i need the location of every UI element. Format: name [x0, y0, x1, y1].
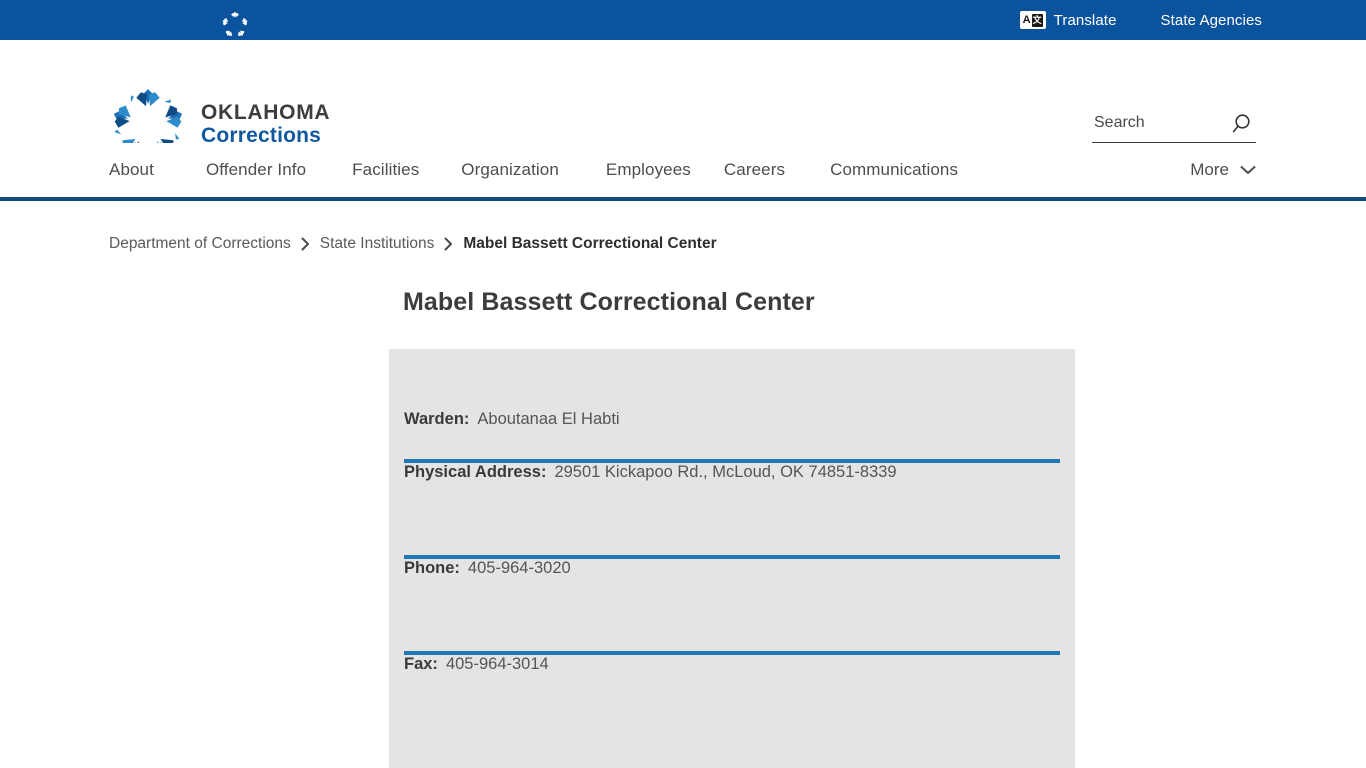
state-agencies-link[interactable]: State Agencies: [1161, 12, 1262, 29]
chevron-down-icon: [1240, 166, 1256, 174]
facility-info-rows-2: Physical Address: 29501 Kickapoo Rd., Mc…: [389, 463, 1075, 555]
chevron-right-icon: [434, 237, 463, 251]
nav-item-about[interactable]: About: [109, 160, 206, 180]
info-row-phone: Phone: 405-964-3020: [404, 559, 1060, 651]
search-submit-button[interactable]: [1232, 112, 1256, 136]
info-label-physical-address: Physical Address:: [404, 463, 547, 481]
info-label-fax: Fax:: [404, 655, 438, 673]
info-row-physical-address: Physical Address: 29501 Kickapoo Rd., Mc…: [404, 463, 1060, 555]
nav-item-communications[interactable]: Communications: [830, 160, 986, 180]
breadcrumb-item-department-of-corrections[interactable]: Department of Corrections: [109, 235, 291, 253]
facility-info-card: Warden: Aboutanaa El Habti Physical Addr…: [389, 349, 1075, 768]
utility-bar: A 文 Translate State Agencies: [0, 0, 1366, 40]
nav-item-more[interactable]: More: [1190, 143, 1256, 197]
page-title: Mabel Bassett Correctional Center: [403, 288, 815, 316]
facility-info-rows: Warden: Aboutanaa El Habti: [389, 349, 1075, 459]
facility-info-rows-4: Fax: 405-964-3014: [389, 655, 1075, 747]
translate-icon-cjk: 文: [1031, 13, 1043, 27]
nav-list: About Offender Info Facilities Organizat…: [109, 143, 986, 197]
nav-item-offender-info[interactable]: Offender Info: [206, 160, 352, 180]
info-value-fax: 405-964-3014: [445, 655, 549, 673]
oklahoma-star-icon: [222, 11, 248, 37]
brand-line-oklahoma: OKLAHOMA: [201, 101, 331, 125]
search-icon: [1232, 114, 1250, 133]
info-value-phone: 405-964-3020: [467, 559, 571, 577]
nav-item-facilities[interactable]: Facilities: [352, 160, 461, 180]
breadcrumb-item-state-institutions[interactable]: State Institutions: [320, 235, 435, 253]
utility-bar-links: A 文 Translate State Agencies: [1019, 0, 1262, 40]
info-value-warden: Aboutanaa El Habti: [477, 410, 620, 428]
info-row-warden: Warden: Aboutanaa El Habti: [404, 349, 1060, 459]
translate-link[interactable]: A 文 Translate: [1019, 11, 1117, 29]
chevron-right-icon: [291, 237, 320, 251]
facility-info-rows-3: Phone: 405-964-3020: [389, 559, 1075, 651]
translate-icon: A 文: [1019, 11, 1046, 29]
nav-item-employees[interactable]: Employees: [606, 160, 724, 180]
utility-bar-logo-link[interactable]: [110, 5, 248, 37]
brand-text: OKLAHOMA Corrections: [201, 102, 330, 147]
nav-item-careers[interactable]: Careers: [724, 160, 830, 180]
info-label-warden: Warden:: [404, 410, 470, 428]
nav-more-label: More: [1190, 160, 1229, 179]
breadcrumb: Department of Corrections State Institut…: [109, 235, 717, 253]
breadcrumb-item-current: Mabel Bassett Correctional Center: [463, 235, 717, 252]
site-header: OKLAHOMA Corrections: [0, 40, 1366, 160]
info-value-physical-address: 29501 Kickapoo Rd., McLoud, OK 74851-833…: [554, 463, 897, 481]
main-navigation: About Offender Info Facilities Organizat…: [0, 143, 1366, 201]
translate-label: Translate: [1053, 11, 1117, 29]
search-input[interactable]: [1092, 114, 1212, 134]
search-box: [1092, 112, 1256, 144]
nav-item-organization[interactable]: Organization: [461, 160, 606, 180]
translate-icon-latin: A: [1022, 13, 1031, 26]
info-label-phone: Phone:: [404, 559, 460, 577]
info-row-fax: Fax: 405-964-3014: [404, 655, 1060, 747]
